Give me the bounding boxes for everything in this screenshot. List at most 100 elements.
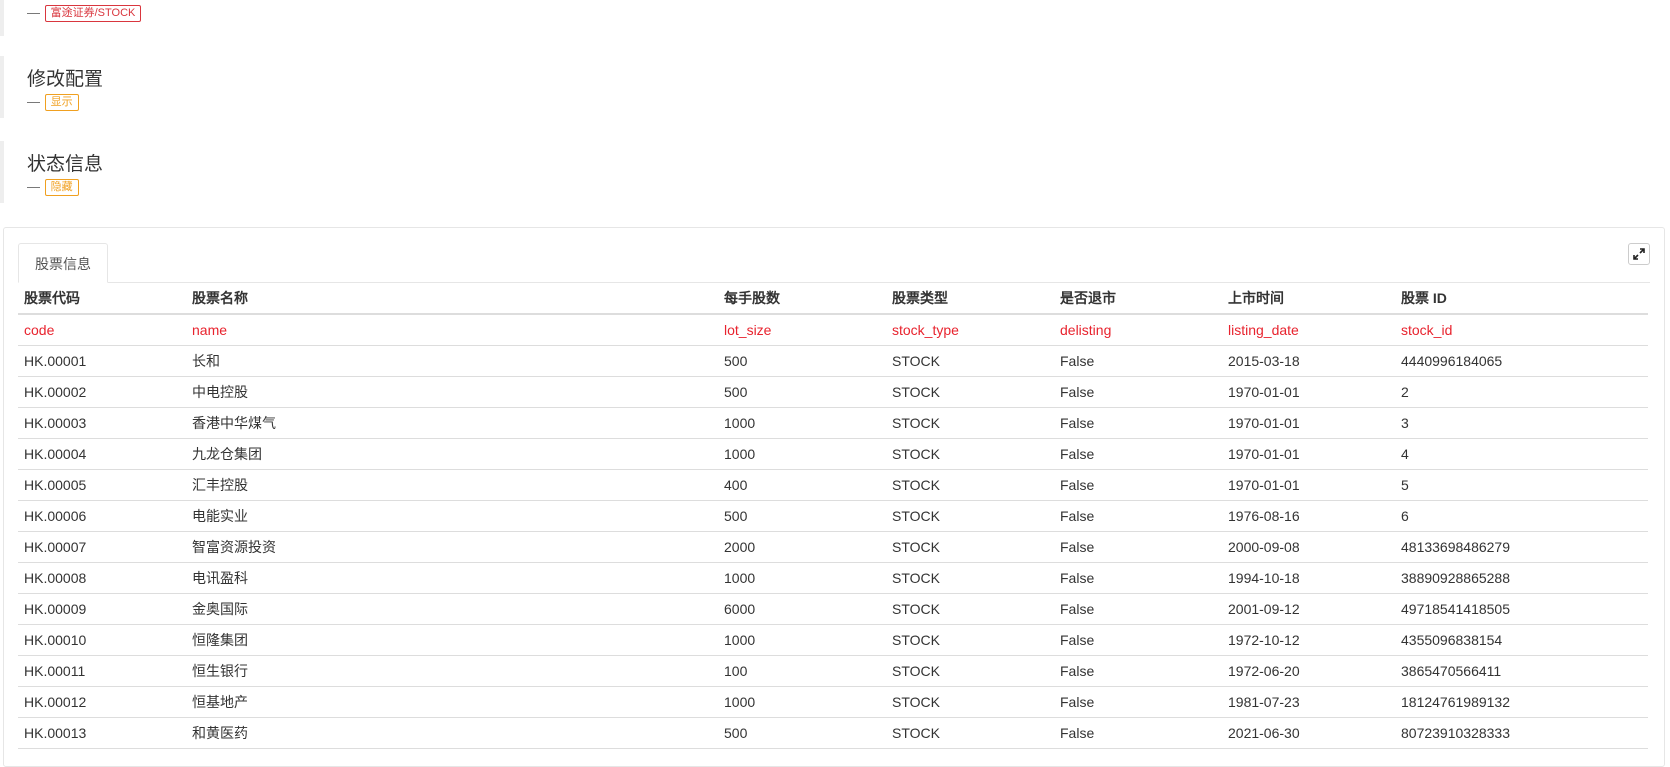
cell-stock-type: STOCK [886, 717, 1054, 749]
cell-stock-type: STOCK [886, 624, 1054, 656]
config-title: 修改配置 [27, 69, 104, 90]
cell-stock-type: STOCK [886, 686, 1054, 718]
table-row[interactable]: HK.00002 中电控股 500 STOCK False 1970-01-01 2 [18, 376, 1648, 408]
cell-lot-size: 400 [718, 469, 886, 501]
table-row[interactable]: HK.00009 金奥国际 6000 STOCK False 2001-09-12 4971… [18, 593, 1648, 625]
cell-stock-id: 2 [1395, 376, 1648, 408]
cell-code: HK.00002 [18, 376, 186, 408]
header-stock-type: 股票类型 [886, 283, 1054, 315]
cell-stock-type: STOCK [886, 345, 1054, 377]
field-listing-date: listing_date [1222, 314, 1395, 346]
cell-listing-date: 2001-09-12 [1222, 593, 1395, 625]
cell-stock-id: 4 [1395, 438, 1648, 470]
cell-name: 金奥国际 [186, 593, 718, 625]
cell-delisting: False [1054, 500, 1222, 532]
data-source-badge: 富途证券/STOCK [44, 5, 142, 23]
cell-delisting: False [1054, 593, 1222, 625]
cell-delisting: False [1054, 655, 1222, 687]
status-visibility-badge[interactable]: 隐藏 [44, 179, 79, 197]
cell-delisting: False [1054, 469, 1222, 501]
dash: — [27, 179, 40, 194]
cell-listing-date: 1970-01-01 [1222, 376, 1395, 408]
cell-lot-size: 1000 [718, 624, 886, 656]
cell-name: 和黄医药 [186, 717, 718, 749]
table-row[interactable]: HK.00013 和黄医药 500 STOCK False 2021-06-30 80723… [18, 717, 1648, 749]
cell-listing-date: 1994-10-18 [1222, 562, 1395, 594]
tab-stock-info[interactable]: 股票信息 [18, 243, 108, 283]
cell-delisting: False [1054, 624, 1222, 656]
table-row[interactable]: HK.00003 香港中华煤气 1000 STOCK False 1970-01-01 3 [18, 407, 1648, 439]
cell-code: HK.00008 [18, 562, 186, 594]
cell-stock-type: STOCK [886, 469, 1054, 501]
cell-listing-date: 1970-01-01 [1222, 407, 1395, 439]
table-row[interactable]: HK.00005 汇丰控股 400 STOCK False 1970-01-01 5 [18, 469, 1648, 501]
cell-code: HK.00004 [18, 438, 186, 470]
cell-stock-id: 38890928865288 [1395, 562, 1648, 594]
cell-code: HK.00013 [18, 717, 186, 749]
cell-listing-date: 1970-01-01 [1222, 469, 1395, 501]
cell-stock-type: STOCK [886, 655, 1054, 687]
cell-delisting: False [1054, 717, 1222, 749]
cell-name: 恒隆集团 [186, 624, 718, 656]
stock-info-panel: 股票信息 股票代码 股票名称 每手股数 股票类型 是否退市 上市时间 股票 ID [3, 227, 1665, 767]
cell-listing-date: 2021-06-30 [1222, 717, 1395, 749]
cell-listing-date: 1972-06-20 [1222, 655, 1395, 687]
table-row[interactable]: HK.00011 恒生银行 100 STOCK False 1972-06-20 38654… [18, 655, 1648, 687]
header-lot-size: 每手股数 [718, 283, 886, 315]
table-row[interactable]: HK.00001 长和 500 STOCK False 2015-03-18 4440996… [18, 345, 1648, 377]
section-config: 修改配置 — 显示 [0, 56, 1670, 118]
cell-code: HK.00007 [18, 531, 186, 563]
cell-stock-id: 48133698486279 [1395, 531, 1648, 563]
dash: — [27, 5, 40, 20]
fullscreen-button[interactable] [1628, 243, 1650, 265]
table-row[interactable]: HK.00007 智富资源投资 2000 STOCK False 2000-09-08 48… [18, 531, 1648, 563]
cell-name: 恒生银行 [186, 655, 718, 687]
table-row[interactable]: HK.00008 电讯盈科 1000 STOCK False 1994-10-18 3889… [18, 562, 1648, 594]
header-code: 股票代码 [18, 283, 186, 315]
cell-stock-id: 4355096838154 [1395, 624, 1648, 656]
cell-delisting: False [1054, 531, 1222, 563]
cell-stock-type: STOCK [886, 407, 1054, 439]
cell-code: HK.00006 [18, 500, 186, 532]
table-row[interactable]: HK.00004 九龙仓集团 1000 STOCK False 1970-01-01 4 [18, 438, 1648, 470]
cell-code: HK.00001 [18, 345, 186, 377]
table-row[interactable]: HK.00012 恒基地产 1000 STOCK False 1981-07-23 1812… [18, 686, 1648, 718]
cell-stock-type: STOCK [886, 593, 1054, 625]
cell-stock-id: 4440996184065 [1395, 345, 1648, 377]
cell-delisting: False [1054, 686, 1222, 718]
cell-name: 汇丰控股 [186, 469, 718, 501]
cell-delisting: False [1054, 438, 1222, 470]
cell-name: 长和 [186, 345, 718, 377]
table-row[interactable]: HK.00006 电能实业 500 STOCK False 1976-08-16 6 [18, 500, 1648, 532]
cell-name: 中电控股 [186, 376, 718, 408]
table-row[interactable]: HK.00010 恒隆集团 1000 STOCK False 1972-10-12 4355… [18, 624, 1648, 656]
cell-lot-size: 100 [718, 655, 886, 687]
cell-name: 智富资源投资 [186, 531, 718, 563]
cell-delisting: False [1054, 407, 1222, 439]
stock-table: 股票代码 股票名称 每手股数 股票类型 是否退市 上市时间 股票 ID code… [18, 283, 1648, 749]
cell-name: 香港中华煤气 [186, 407, 718, 439]
cell-code: HK.00009 [18, 593, 186, 625]
dash: — [27, 94, 40, 109]
cell-stock-type: STOCK [886, 531, 1054, 563]
section-status: 状态信息 — 隐藏 [0, 141, 1670, 203]
table-header-row: 股票代码 股票名称 每手股数 股票类型 是否退市 上市时间 股票 ID [18, 283, 1648, 315]
expand-icon [1633, 248, 1645, 260]
config-visibility-badge[interactable]: 显示 [44, 94, 79, 112]
field-name: name [186, 314, 718, 346]
cell-lot-size: 500 [718, 345, 886, 377]
field-delisting: delisting [1054, 314, 1222, 346]
cell-stock-type: STOCK [886, 438, 1054, 470]
header-listing-date: 上市时间 [1222, 283, 1395, 315]
cell-code: HK.00011 [18, 655, 186, 687]
cell-delisting: False [1054, 562, 1222, 594]
cell-delisting: False [1054, 376, 1222, 408]
cell-lot-size: 1000 [718, 686, 886, 718]
cell-lot-size: 500 [718, 500, 886, 532]
cell-stock-id: 80723910328333 [1395, 717, 1648, 749]
cell-listing-date: 1976-08-16 [1222, 500, 1395, 532]
cell-stock-id: 18124761989132 [1395, 686, 1648, 718]
section-data-source: — 富途证券/STOCK [0, 0, 1670, 36]
cell-code: HK.00012 [18, 686, 186, 718]
status-title: 状态信息 [27, 154, 104, 175]
